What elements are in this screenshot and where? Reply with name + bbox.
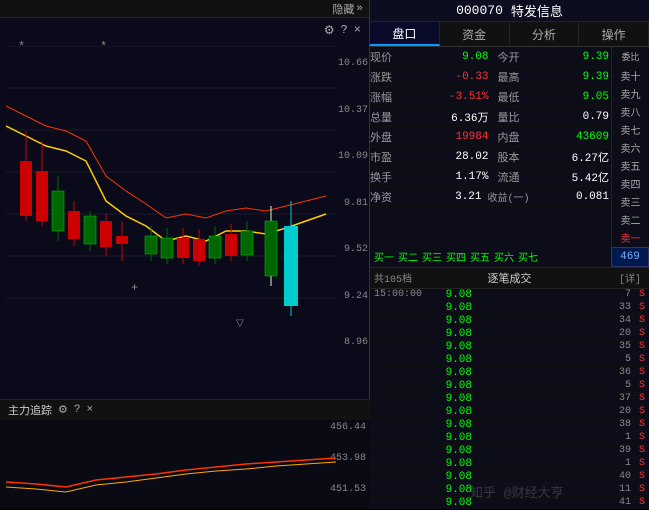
- bid-badge: 469: [611, 247, 649, 267]
- chart-area: 10.66 10.37 10.09 9.81 9.52 9.24 8.96 * …: [0, 18, 370, 388]
- common-count: 共105档: [374, 270, 412, 286]
- info-row-1: 现价 9.08 今开 9.39: [370, 47, 611, 67]
- table-row: 9.08 40 S: [370, 471, 649, 484]
- sell-six: 卖六: [621, 139, 641, 157]
- sell-ten: 卖十: [621, 67, 641, 85]
- buy-seven-label: 买七: [518, 249, 538, 265]
- candlestick-chart: + ▽: [6, 46, 336, 341]
- tab-capital[interactable]: 资金: [440, 22, 510, 47]
- table-row: 15:00:00 9.08 7 S: [370, 289, 649, 302]
- table-row: 9.08 34 S: [370, 315, 649, 328]
- right-panel: 000070 特发信息 盘口 资金 分析 操作 现价 9.08 今开 9.39: [370, 0, 649, 509]
- stock-code: 000070: [456, 3, 503, 18]
- svg-text:+: +: [131, 281, 138, 295]
- buy-four-label: 买四: [446, 249, 466, 265]
- info-grid: 现价 9.08 今开 9.39 涨跌 -0.33 最高 9.39 涨幅 -3.5…: [370, 47, 611, 247]
- tab-pankou[interactable]: 盘口: [370, 22, 440, 47]
- svg-text:▽: ▽: [236, 319, 244, 330]
- info-row-7: 换手 1.17% 流通 5.42亿: [370, 167, 611, 187]
- price-label-3: 10.09: [332, 151, 368, 162]
- indicator-close[interactable]: ×: [86, 404, 93, 416]
- bid-badge-row: 469 买一 买二 买三 买四 买五 买六 买七: [370, 247, 649, 267]
- tab-operation[interactable]: 操作: [579, 22, 649, 47]
- info-row-4: 总量 6.36万 量比 0.79: [370, 107, 611, 127]
- sell-one: 卖一: [621, 229, 641, 247]
- buy-six-label: 买六: [494, 249, 514, 265]
- stock-name: 特发信息: [511, 1, 563, 20]
- price-label-2: 10.37: [332, 105, 368, 116]
- sell-nine: 卖九: [621, 85, 641, 103]
- table-row: 9.08 5 S: [370, 380, 649, 393]
- sell-eight: 卖八: [621, 103, 641, 121]
- trade-header: 逐笔成交 [详] 共105档: [370, 267, 649, 289]
- hide-bar[interactable]: 隐藏 »: [0, 0, 369, 18]
- info-row-6: 市盈 28.02 股本 6.27亿: [370, 147, 611, 167]
- table-row: 9.08 36 S: [370, 367, 649, 380]
- sell-seven: 卖七: [621, 121, 641, 139]
- trade-header-title: 逐笔成交: [488, 270, 532, 286]
- buy-five-label: 买五: [470, 249, 490, 265]
- table-row: 9.08 1 S: [370, 458, 649, 471]
- table-row: 9.08 41 S: [370, 497, 649, 509]
- trade-table: 15:00:00 9.08 7 S 9.08 33 S 9.08 34 S 9.…: [370, 289, 649, 509]
- table-row: 9.08 11 S: [370, 484, 649, 497]
- sell-four: 卖四: [621, 175, 641, 193]
- table-row: 9.08 1 S: [370, 432, 649, 445]
- indicator-label: 主力追踪: [8, 402, 52, 418]
- indicator-toolbar: 主力追踪 ⚙ ? ×: [0, 400, 370, 420]
- table-row: 9.08 35 S: [370, 341, 649, 354]
- info-row-8: 净资 3.21 收益(一) 0.081: [370, 187, 611, 207]
- price-label-4: 9.81: [332, 198, 368, 209]
- table-row: 9.08 38 S: [370, 419, 649, 432]
- table-row: 9.08 39 S: [370, 445, 649, 458]
- left-panel: 隐藏 » ⚙ ? × 10.66 10.37 10.09 9.81 9.52 9…: [0, 0, 370, 509]
- tab-analysis[interactable]: 分析: [510, 22, 580, 47]
- indicator-chart: [6, 422, 336, 510]
- table-row: 9.08 33 S: [370, 302, 649, 315]
- info-row-2: 涨跌 -0.33 最高 9.39: [370, 67, 611, 87]
- info-section: 现价 9.08 今开 9.39 涨跌 -0.33 最高 9.39 涨幅 -3.5…: [370, 47, 649, 247]
- sell-two: 卖二: [621, 211, 641, 229]
- sell-three: 卖三: [621, 193, 641, 211]
- price-label-5: 9.52: [332, 244, 368, 255]
- tab-bar: 盘口 资金 分析 操作: [370, 22, 649, 48]
- order-sidebar: 委比 卖十 卖九 卖八 卖七 卖六 卖五 卖四 卖三 卖二 卖一: [611, 47, 649, 247]
- price-label-1: 10.66: [332, 58, 368, 69]
- table-row: 9.08 20 S: [370, 328, 649, 341]
- price-label-7: 8.96: [332, 337, 368, 348]
- table-row: 9.08 37 S: [370, 393, 649, 406]
- hide-label[interactable]: 隐藏: [332, 1, 354, 17]
- indicator-gear[interactable]: ⚙: [58, 403, 68, 417]
- buy-labels: 买一 买二 买三 买四 买五 买六 买七: [370, 249, 611, 265]
- indicator-question[interactable]: ?: [74, 404, 81, 416]
- price-axis: 10.66 10.37 10.09 9.81 9.52 9.24 8.96: [332, 58, 368, 348]
- table-row: 9.08 20 S: [370, 406, 649, 419]
- price-label-6: 9.24: [332, 291, 368, 302]
- info-row-3: 涨幅 -3.51% 最低 9.05: [370, 87, 611, 107]
- table-row: 9.08 5 S: [370, 354, 649, 367]
- weibei-label: 委比: [621, 47, 639, 67]
- stock-title-bar: 000070 特发信息: [370, 0, 649, 22]
- buy-one-label: 买一: [374, 249, 394, 265]
- trade-detail-link[interactable]: [详]: [619, 270, 641, 286]
- buy-three-label: 买三: [422, 249, 442, 265]
- indicator-area: 主力追踪 ⚙ ? × 456.44 453.98 451.53: [0, 399, 370, 509]
- sell-five: 卖五: [621, 157, 641, 175]
- hide-arrow: »: [356, 3, 363, 15]
- buy-two-label: 买二: [398, 249, 418, 265]
- info-row-5: 外盘 19984 内盘 43609: [370, 127, 611, 147]
